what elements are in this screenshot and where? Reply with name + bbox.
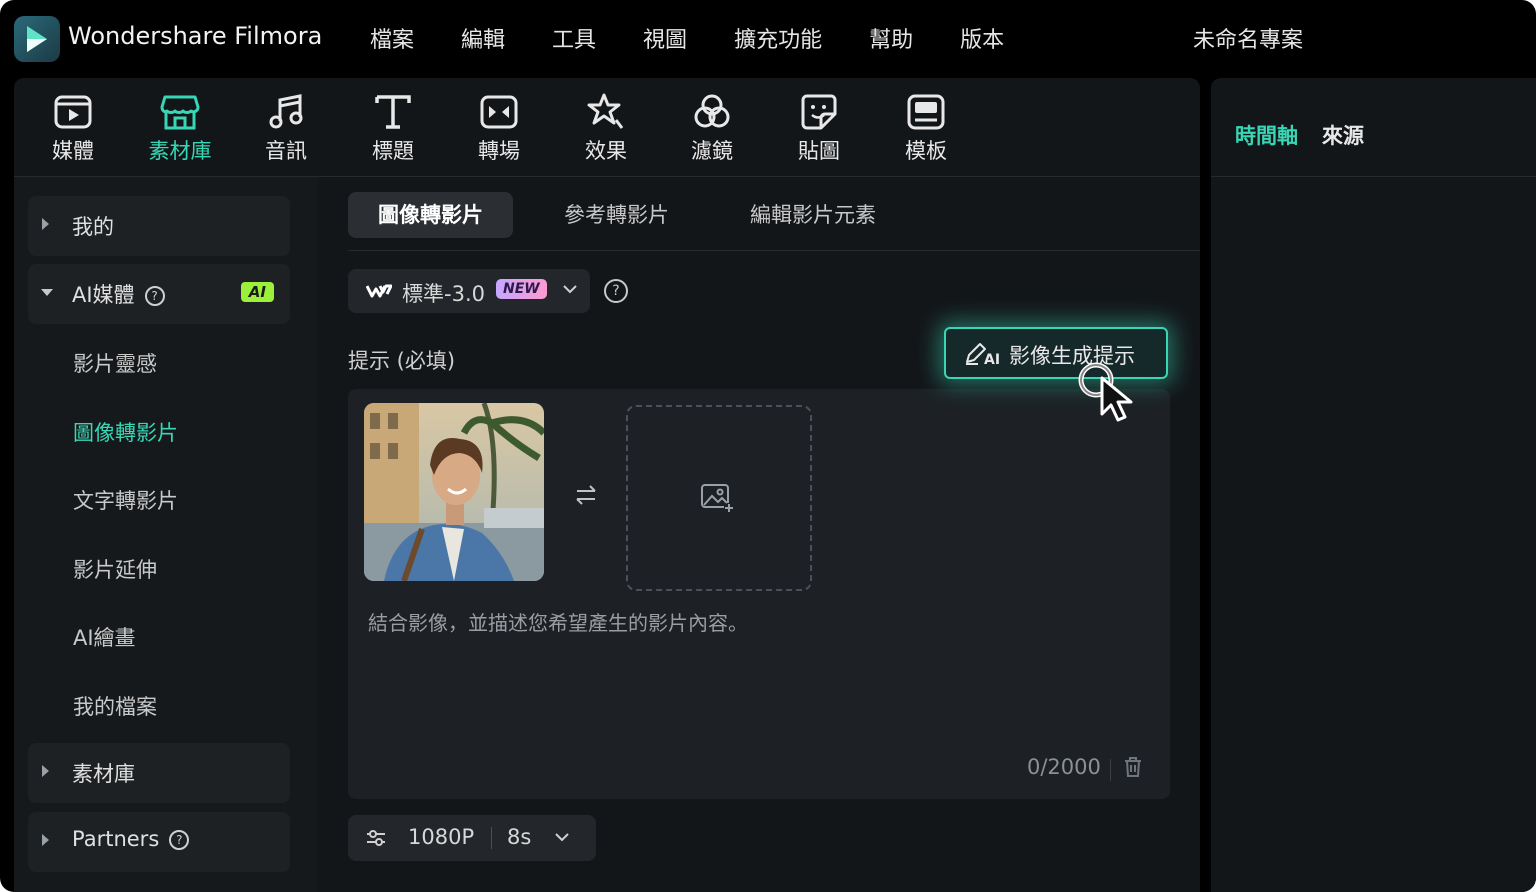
toolbar-transitions-label: 轉場 [478, 139, 520, 163]
chevron-down-icon [555, 833, 569, 842]
title-t-icon [375, 95, 411, 129]
menu-edit[interactable]: 編輯 [461, 22, 505, 54]
title-bar: Wondershare Filmora 檔案 編輯 工具 視圖 擴充功能 幫助 … [0, 0, 1536, 78]
divider [1211, 176, 1536, 177]
toolbar-titles[interactable]: 標題 [343, 90, 443, 165]
model-name: 標準-3.0 [402, 282, 485, 306]
tab-reference-to-video[interactable]: 參考轉影片 [564, 192, 669, 238]
project-name: 未命名專案 [1193, 28, 1304, 53]
right-panel-tabs: 時間軸 來源 [1235, 120, 1364, 150]
duration-value: 8s [507, 825, 532, 849]
end-frame-upload-slot[interactable] [626, 405, 812, 591]
toolbar-filters[interactable]: 濾鏡 [662, 90, 762, 165]
toolbar-stock[interactable]: 素材庫 [130, 90, 230, 165]
chevron-down-icon [563, 285, 577, 294]
asset-toolbar: 媒體 素材庫 音訊 標題 轉場 效果 濾鏡 貼圖 模板 [14, 78, 1200, 177]
media-icon [54, 95, 92, 129]
tab-timeline[interactable]: 時間軸 [1235, 120, 1298, 150]
mouse-cursor [1074, 360, 1144, 430]
prompt-box[interactable]: 結合影像，並描述您希望產生的影片內容。 0/2000 [348, 389, 1170, 799]
sidebar-group-my-label: 我的 [72, 215, 114, 239]
settings-sliders-icon [367, 830, 385, 846]
app-window: Wondershare Filmora 檔案 編輯 工具 視圖 擴充功能 幫助 … [0, 0, 1536, 892]
model-selector[interactable]: 標準-3.0 NEW [348, 269, 590, 313]
sticker-icon [801, 94, 837, 130]
menu-file[interactable]: 檔案 [370, 22, 414, 54]
menu-tools[interactable]: 工具 [552, 22, 596, 54]
template-icon [907, 94, 945, 130]
sidebar-group-my[interactable]: 我的 [28, 196, 290, 256]
store-icon [160, 95, 200, 130]
help-icon[interactable]: ? [604, 279, 628, 303]
music-note-icon [269, 94, 303, 129]
right-panel: 時間軸 來源 [1211, 78, 1536, 892]
menu-view[interactable]: 視圖 [643, 22, 687, 54]
sidebar-group-library[interactable]: 素材庫 [28, 743, 290, 803]
menu-version[interactable]: 版本 [960, 22, 1004, 54]
sidebar-item-text-to-video[interactable]: 文字轉影片 [73, 485, 178, 515]
prompt-label: 提示 (必填) [348, 349, 456, 373]
tab-image-to-video[interactable]: 圖像轉影片 [348, 192, 513, 238]
chevron-right-icon [42, 834, 49, 846]
chevron-right-icon [42, 765, 49, 777]
app-title: Wondershare Filmora [68, 22, 323, 50]
toolbar-templates-label: 模板 [905, 139, 947, 163]
sidebar-item-ai-painting[interactable]: AI繪畫 [73, 622, 136, 652]
divider [348, 250, 1200, 251]
menu-help[interactable]: 幫助 [869, 22, 913, 54]
toolbar-templates[interactable]: 模板 [876, 90, 976, 165]
menu-extensions[interactable]: 擴充功能 [734, 22, 822, 54]
toolbar-media-label: 媒體 [52, 139, 94, 163]
help-icon[interactable]: ? [144, 286, 165, 306]
toolbar-effects-label: 效果 [585, 139, 627, 163]
transition-icon [480, 95, 518, 129]
output-settings-button[interactable]: 1080P 8s [348, 815, 596, 861]
resolution-value: 1080P [408, 825, 475, 849]
toolbar-effects[interactable]: 效果 [556, 90, 656, 165]
sidebar-group-ai-media[interactable]: AI媒體? AI [28, 264, 290, 324]
content-area: 圖像轉影片 參考轉影片 編輯影片元素 標準-3.0 NEW ? 提示 (必填) [318, 177, 1200, 892]
main-panel: 媒體 素材庫 音訊 標題 轉場 效果 濾鏡 貼圖 模板 我的 AI媒體 ? AI… [14, 78, 1200, 892]
sidebar-group-partners[interactable]: Partners? [28, 812, 290, 872]
ai-pen-icon: AI [966, 343, 1000, 365]
sidebar: 我的 AI媒體? AI 影片靈感 圖像轉影片 文字轉影片 影片延伸 AI繪畫 我… [14, 177, 318, 892]
tab-source[interactable]: 來源 [1322, 120, 1364, 150]
toolbar-stickers-label: 貼圖 [798, 139, 840, 163]
sidebar-item-image-to-video[interactable]: 圖像轉影片 [73, 417, 178, 447]
sidebar-group-partners-label: Partners [72, 827, 160, 851]
divider [491, 827, 492, 849]
filmora-logo [14, 16, 60, 62]
uploaded-image-thumbnail[interactable] [364, 403, 544, 581]
trash-icon[interactable] [1124, 757, 1142, 777]
ai-badge: AI [240, 282, 274, 302]
toolbar-stock-label: 素材庫 [148, 139, 212, 163]
toolbar-audio[interactable]: 音訊 [236, 90, 336, 165]
toolbar-media[interactable]: 媒體 [23, 90, 123, 165]
swap-icon[interactable] [574, 483, 598, 507]
help-icon[interactable]: ? [169, 830, 190, 850]
chevron-down-icon [41, 289, 53, 296]
char-counter: 0/2000 [1027, 755, 1101, 779]
divider [1110, 759, 1111, 781]
sidebar-item-my-files[interactable]: 我的檔案 [73, 691, 157, 721]
toolbar-stickers[interactable]: 貼圖 [769, 90, 869, 165]
sidebar-item-video-inspiration[interactable]: 影片靈感 [73, 348, 157, 378]
toolbar-transitions[interactable]: 轉場 [449, 90, 549, 165]
filter-icon [694, 94, 730, 128]
toolbar-titles-label: 標題 [372, 139, 414, 163]
sidebar-item-video-extend[interactable]: 影片延伸 [73, 554, 157, 584]
sidebar-group-library-label: 素材庫 [72, 762, 135, 786]
new-badge: NEW [496, 279, 547, 299]
tab-edit-video-elements[interactable]: 編輯影片元素 [750, 192, 876, 238]
sidebar-group-ai-media-label: AI媒體 [72, 283, 135, 307]
menu-bar: 檔案 編輯 工具 視圖 擴充功能 幫助 版本 [370, 22, 1004, 54]
prompt-placeholder: 結合影像，並描述您希望產生的影片內容。 [368, 611, 748, 635]
wondershare-logo-icon [366, 284, 392, 298]
svg-text:AI: AI [984, 352, 1000, 365]
toolbar-audio-label: 音訊 [265, 139, 307, 163]
chevron-right-icon [42, 218, 49, 230]
effects-star-icon [587, 93, 624, 129]
add-image-icon [701, 484, 734, 513]
toolbar-filters-label: 濾鏡 [691, 139, 733, 163]
